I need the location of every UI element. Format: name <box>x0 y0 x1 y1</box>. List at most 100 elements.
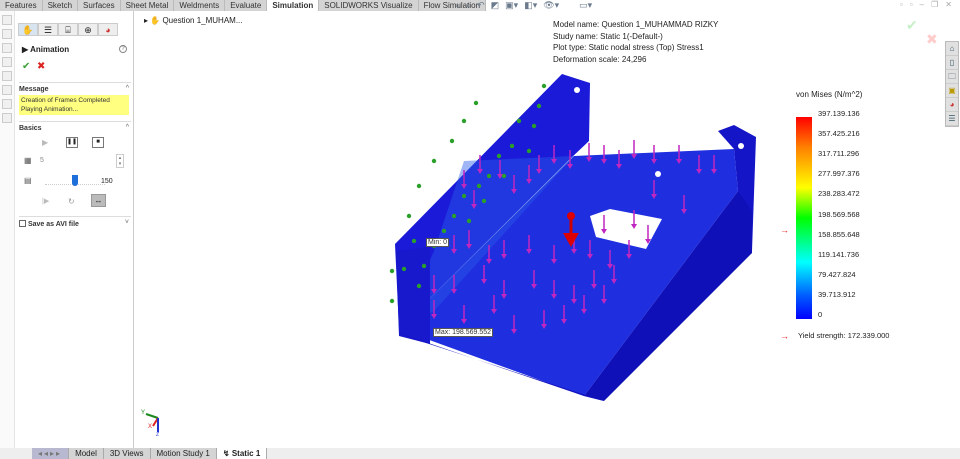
ok-check-icon[interactable]: ✔ <box>22 61 30 72</box>
property-manager-tab[interactable]: ☰ <box>38 23 58 36</box>
tab-evaluate[interactable]: Evaluate <box>225 0 268 11</box>
message-line: Playing Animation... <box>21 106 79 113</box>
tile2-icon[interactable]: ▫ <box>910 0 913 9</box>
graphics-area[interactable]: ▸ ✋ Question 1_MUHAM... Model name: Ques… <box>134 11 960 448</box>
tab-sketch[interactable]: Sketch <box>42 0 79 11</box>
tab-3d-views[interactable]: 3D Views <box>103 448 151 459</box>
color-bar <box>796 117 812 319</box>
fixture-marker <box>421 263 427 269</box>
tool-icon[interactable] <box>2 29 12 39</box>
tool-icon[interactable] <box>2 85 12 95</box>
legend-title: von Mises (N/m^2) <box>796 90 863 99</box>
mount-hole <box>738 143 744 149</box>
display-style-icon[interactable]: ◧▾ <box>524 0 537 11</box>
fixture-marker <box>431 158 437 164</box>
tool-icon[interactable] <box>2 43 12 53</box>
view-palette-icon[interactable]: ▣ <box>946 84 958 98</box>
basics-section-header[interactable]: Basics ^ <box>19 121 131 132</box>
legend-tick-label: 317.711.296 <box>818 149 860 159</box>
chevron-up-icon[interactable]: ^ <box>126 85 129 92</box>
tab-model[interactable]: Model <box>69 448 104 459</box>
tab-static-1[interactable]: ↯ Static 1 <box>216 448 268 459</box>
dimxpert-tab[interactable]: ⊕ <box>78 23 98 36</box>
legend-tick-label: 158.855.648 <box>818 229 860 239</box>
panel-title-text: Animation <box>30 45 70 54</box>
tab-motion-study-1[interactable]: Motion Study 1 <box>150 448 217 459</box>
zoom-area-icon[interactable]: ⌕ <box>466 0 471 11</box>
part-library-icon[interactable]: ▯ <box>946 56 958 70</box>
message-section-header[interactable]: Message ^ <box>19 82 131 93</box>
minimize-icon[interactable]: – <box>920 0 924 9</box>
manager-tabs: ✋ ☰ ⌸ ⊕ ◕ <box>18 23 133 36</box>
configuration-manager-tab[interactable]: ⌸ <box>58 23 78 36</box>
panel-title: ▶ Animation <box>22 45 70 54</box>
play-icon[interactable]: ▶ <box>42 138 48 147</box>
window-controls: ▫ ▫ – ❐ ✕ <box>900 0 952 9</box>
tool-icon[interactable] <box>2 99 12 109</box>
legend-tick-label: 397.139.136 <box>818 109 860 118</box>
fixture-marker <box>451 213 457 219</box>
mount-hole <box>655 171 661 177</box>
tab-sheet-metal[interactable]: Sheet Metal <box>120 0 175 11</box>
feature-manager-tab[interactable]: ✋ <box>18 23 38 36</box>
tab-surfaces[interactable]: Surfaces <box>78 0 121 11</box>
previous-view-icon[interactable]: ↶ <box>477 0 485 11</box>
folder-icon[interactable]: 🗀 <box>946 70 958 84</box>
zoom-to-fit-icon[interactable]: ⌕ <box>455 0 460 11</box>
speed-value: 150 <box>101 178 113 185</box>
frames-input[interactable]: 5 <box>40 157 44 164</box>
properties-icon[interactable]: ☰ <box>946 112 958 126</box>
command-manager: Features Sketch Surfaces Sheet Metal Wel… <box>0 0 960 11</box>
bottom-tab-bar: ◂◂▸▸ Model 3D Views Motion Study 1 ↯ Sta… <box>0 448 960 459</box>
view-settings-icon[interactable]: ▭▾ <box>579 0 592 11</box>
appearance-icon[interactable]: ◕ <box>946 98 958 112</box>
tab-weldments[interactable]: Weldments <box>174 0 226 11</box>
stop-button[interactable]: ■ <box>92 137 104 148</box>
reciprocate-button[interactable]: ↔ <box>91 194 106 207</box>
fixture-marker <box>406 213 412 219</box>
fixture-marker <box>526 148 532 154</box>
fixture-marker <box>541 83 547 89</box>
fixture-marker <box>536 103 542 109</box>
message-header-text: Message <box>19 86 49 93</box>
help-icon[interactable]: ? <box>119 45 127 53</box>
tab-features[interactable]: Features <box>0 0 43 11</box>
save-avi-label: Save as AVI file <box>27 221 79 228</box>
section-view-icon[interactable]: ◩ <box>491 0 500 11</box>
speed-slider-thumb[interactable] <box>72 175 78 186</box>
frames-spinner[interactable]: ▴ ▾ <box>116 154 124 168</box>
heads-up-toolbar: ⌕ ⌕ ↶ ◩ ▣▾ ◧▾ 👁▾ ▭▾ <box>455 0 592 11</box>
tool-icon[interactable] <box>2 113 12 123</box>
tool-icon[interactable] <box>2 71 12 81</box>
legend-tick-label: 357.425.216 <box>818 129 860 139</box>
basics-header-text: Basics <box>19 125 42 132</box>
pause-button[interactable]: ❚❚ <box>66 137 78 148</box>
home-icon[interactable]: ⌂ <box>946 42 958 56</box>
fixture-marker <box>416 283 422 289</box>
tool-icon[interactable] <box>2 15 12 25</box>
tab-scroll-buttons[interactable]: ◂◂▸▸ <box>32 448 70 459</box>
task-pane-toolbar: ⌂ ▯ 🗀 ▣ ◕ ☰ <box>945 41 959 127</box>
play-once-icon[interactable]: |▶ <box>42 197 49 205</box>
close-icon[interactable]: ✕ <box>945 0 952 9</box>
tool-icon[interactable] <box>2 57 12 67</box>
chevron-up-icon[interactable]: ^ <box>126 124 129 131</box>
loop-icon[interactable]: ↻ <box>68 197 75 206</box>
frames-icon: ▦ <box>24 156 32 165</box>
fixture-marker <box>531 123 537 129</box>
restore-icon[interactable]: ❐ <box>931 0 938 9</box>
save-avi-checkbox[interactable] <box>19 220 26 227</box>
chevron-down-icon[interactable]: ˅ <box>125 219 129 226</box>
fixture-marker <box>449 138 455 144</box>
legend-tick-label: 119.141.736 <box>818 249 860 259</box>
tab-solidworks-visualize[interactable]: SOLIDWORKS Visualize <box>319 0 419 11</box>
legend-tick-label: 238.283.472 <box>818 189 860 199</box>
tile-icon[interactable]: ▫ <box>900 0 903 9</box>
legend-tick-label: 79.427.824 <box>818 269 856 279</box>
hide-show-icon[interactable]: 👁▾ <box>543 0 559 11</box>
display-manager-tab[interactable]: ◕ <box>98 23 118 36</box>
view-orientation-icon[interactable]: ▣▾ <box>505 0 518 11</box>
tab-simulation[interactable]: Simulation <box>267 0 320 11</box>
front-tab <box>396 247 430 344</box>
cancel-x-icon[interactable]: ✖ <box>37 61 45 72</box>
